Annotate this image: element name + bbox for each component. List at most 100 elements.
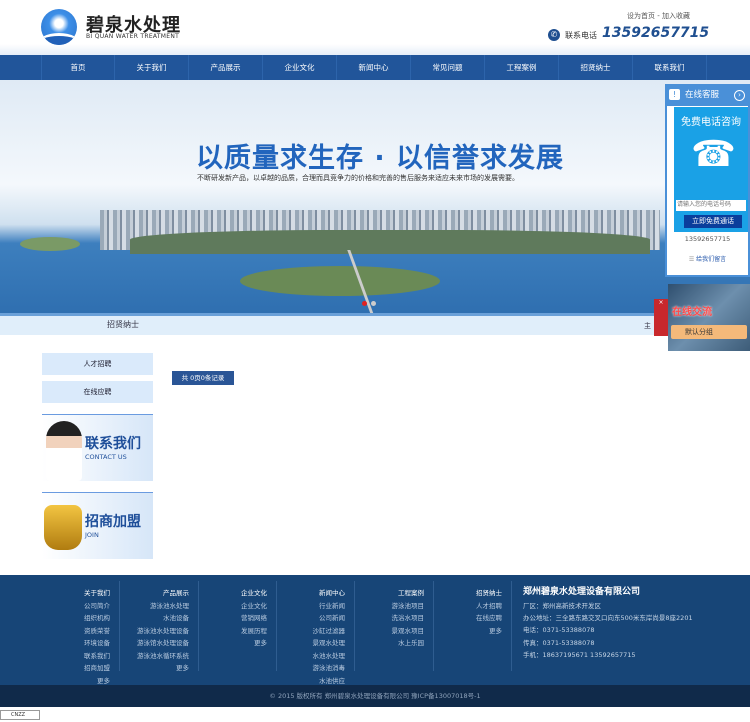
logo-icon[interactable] xyxy=(41,9,77,45)
footer-column-title[interactable]: 企业文化 xyxy=(241,587,267,600)
footer-link[interactable]: 公司简介 xyxy=(84,600,110,613)
nav-products[interactable]: 产品展示 xyxy=(189,55,263,80)
section-title: 招贤纳士 xyxy=(107,320,139,329)
footer-divider xyxy=(198,581,199,671)
footer-link[interactable]: 游泳池水处理设备 xyxy=(137,625,189,638)
main-nav: 首页 关于我们 产品展示 企业文化 新闻中心 常见问题 工程案例 招贤纳士 联系… xyxy=(0,55,750,80)
footer-link[interactable]: 游泳池水处理 xyxy=(137,600,189,613)
footer-link[interactable]: 在线应聘 xyxy=(476,612,502,625)
footer-link[interactable]: 景观水处理 xyxy=(313,637,346,650)
footer-column-title[interactable]: 产品展示 xyxy=(137,587,189,600)
island xyxy=(20,237,80,251)
footer-column: 招贤纳士 人才招聘 在线应聘 更多 xyxy=(476,587,502,637)
footer-column-title[interactable]: 工程案例 xyxy=(392,587,424,600)
footer-divider xyxy=(354,581,355,671)
footer-column: 新闻中心 行业新闻 公司新闻 沙缸过滤器 景观水处理 水池水处理 游泳池消毒 水池供应 xyxy=(313,587,346,687)
close-tab[interactable]: × xyxy=(654,299,668,336)
footer-link[interactable]: 营销网络 xyxy=(241,612,267,625)
footer-link[interactable]: 水池设备 xyxy=(137,612,189,625)
cnzz-badge[interactable]: CNZZ xyxy=(0,710,40,720)
info-line: 厂区：郑州高新技术开发区 xyxy=(523,602,601,610)
footer-link[interactable]: 人才招聘 xyxy=(476,600,502,613)
company-name: 郑州碧泉水处理设备有限公司 xyxy=(523,587,641,597)
footer-link[interactable]: 水上乐园 xyxy=(392,637,424,650)
footer-link[interactable]: 游泳池水循环系统 xyxy=(137,650,189,663)
chat-title: 在线交流 xyxy=(672,307,712,318)
footer: 关于我们 公司简介 组织机构 资质荣誉 环境设备 联系我们 招商加盟 更多 产品展示 游泳池水处理… xyxy=(0,575,750,685)
section-bar: 招贤纳士 主 xyxy=(0,313,750,335)
logo-subtitle: BI QUAN WATER TREATMENT xyxy=(86,33,180,40)
footer-link[interactable]: 行业新闻 xyxy=(313,600,345,613)
nav-faq[interactable]: 常见问题 xyxy=(411,55,485,80)
contact-title: 联系我们 xyxy=(85,436,141,452)
footer-link[interactable]: 沙缸过滤器 xyxy=(313,625,346,638)
footer-link[interactable]: 联系我们 xyxy=(84,650,110,663)
phone-icon: ✆ xyxy=(548,29,560,41)
hero-banner: 以质量求生存 · 以信誉求发展 不断研发新产品，以卓越的品质，合理而具竞争力的价… xyxy=(0,80,750,313)
footer-link[interactable]: 水池水处理 xyxy=(313,650,346,663)
footer-column: 企业文化 企业文化 营销网络 发展历程 更多 xyxy=(241,587,267,650)
leave-message-link[interactable]: 给我们留言 xyxy=(665,254,750,263)
online-chat-panel[interactable]: 在线交流 默认分组 xyxy=(668,284,750,351)
sidebar-item-recruit[interactable]: 人才招聘 xyxy=(42,353,153,375)
footer-link[interactable]: 景观水项目 xyxy=(392,625,425,638)
breadcrumb: 主 xyxy=(644,322,651,330)
footer-link[interactable]: 环境设备 xyxy=(84,637,110,650)
copyright: © 2015 版权所有 郑州碧泉水处理设备有限公司 豫ICP备13007018号… xyxy=(0,685,750,707)
records-count: 共 0页0条记录 xyxy=(172,371,234,385)
nav-culture[interactable]: 企业文化 xyxy=(263,55,337,80)
footer-link[interactable]: 洗浴水项目 xyxy=(392,612,425,625)
footer-link[interactable]: 招商加盟 xyxy=(84,662,110,675)
join-banner[interactable]: 招商加盟 JOIN xyxy=(42,492,153,559)
info-line: 手机：18637195671 13592657715 xyxy=(523,650,636,659)
free-call-title: 免费电话咨询 xyxy=(681,117,741,128)
info-line: 电话：0371-53388078 xyxy=(523,626,595,635)
nav-contact[interactable]: 联系我们 xyxy=(633,55,707,80)
nav-cases[interactable]: 工程案例 xyxy=(485,55,559,80)
footer-link[interactable]: 公司新闻 xyxy=(313,612,345,625)
sidebar-item-apply[interactable]: 在线应聘 xyxy=(42,381,153,403)
footer-link[interactable]: 更多 xyxy=(137,662,189,675)
urn-image xyxy=(44,505,82,550)
banner-title: 以质量求生存 · 以信誉求发展 xyxy=(196,143,565,174)
footer-column-title[interactable]: 关于我们 xyxy=(84,587,110,600)
contact-subtitle: CONTACT US xyxy=(85,453,127,461)
footer-column: 关于我们 公司简介 组织机构 资质荣誉 环境设备 联系我们 招商加盟 更多 xyxy=(84,587,110,687)
phone-input[interactable] xyxy=(676,200,746,211)
footer-column: 工程案例 游泳池项目 洗浴水项目 景观水项目 水上乐园 xyxy=(392,587,425,650)
slider-dot[interactable] xyxy=(371,301,376,306)
footer-link[interactable]: 资质荣誉 xyxy=(84,625,110,638)
top-links[interactable]: 设为首页 - 加入收藏 xyxy=(627,11,690,21)
footer-link[interactable]: 更多 xyxy=(476,625,502,638)
footer-link[interactable]: 发展历程 xyxy=(241,625,267,638)
footer-column-title[interactable]: 新闻中心 xyxy=(313,587,345,600)
service-number: 13592657715 xyxy=(684,235,731,243)
info-line: 办公地址：三全路东路交叉口向东500米东岸尚景8座2201 xyxy=(523,614,693,623)
footer-divider xyxy=(511,581,512,671)
footer-link[interactable]: 企业文化 xyxy=(241,600,267,613)
footer-link[interactable]: 组织机构 xyxy=(84,612,110,625)
join-title: 招商加盟 xyxy=(85,514,141,530)
nav-home[interactable]: 首页 xyxy=(41,55,115,80)
slider-dot[interactable] xyxy=(362,301,367,306)
nav-jobs[interactable]: 招贤纳士 xyxy=(559,55,633,80)
footer-link[interactable]: 更多 xyxy=(241,637,267,650)
footer-link[interactable]: 游泳馆水处理设备 xyxy=(137,637,189,650)
service-header[interactable]: 在线客服 xyxy=(665,84,750,106)
contact-us-banner[interactable]: 联系我们 CONTACT US xyxy=(42,414,153,481)
nav-news[interactable]: 新闻中心 xyxy=(337,55,411,80)
banner-subtitle: 不断研发新产品，以卓越的品质，合理而具竞争力的价格和完善的售后服务来适应未来市场… xyxy=(197,174,519,182)
footer-link[interactable]: 游泳池消毒 xyxy=(313,662,346,675)
footer-divider xyxy=(119,581,120,671)
close-icon[interactable]: × xyxy=(658,299,663,306)
footer-divider xyxy=(276,581,277,671)
telephone-icon: ☎ xyxy=(691,134,736,175)
free-call-box: 免费电话咨询 ☎ 立即免费通话 xyxy=(674,107,748,232)
phone-label: 联系电话 xyxy=(565,31,597,40)
nav-about[interactable]: 关于我们 xyxy=(115,55,189,80)
call-button[interactable]: 立即免费通话 xyxy=(684,215,742,228)
chat-group[interactable]: 默认分组 xyxy=(671,325,747,339)
footer-column-title[interactable]: 招贤纳士 xyxy=(476,587,502,600)
footer-link[interactable]: 游泳池项目 xyxy=(392,600,425,613)
header: 碧泉水处理 BI QUAN WATER TREATMENT 设为首页 - 加入收… xyxy=(0,0,750,55)
